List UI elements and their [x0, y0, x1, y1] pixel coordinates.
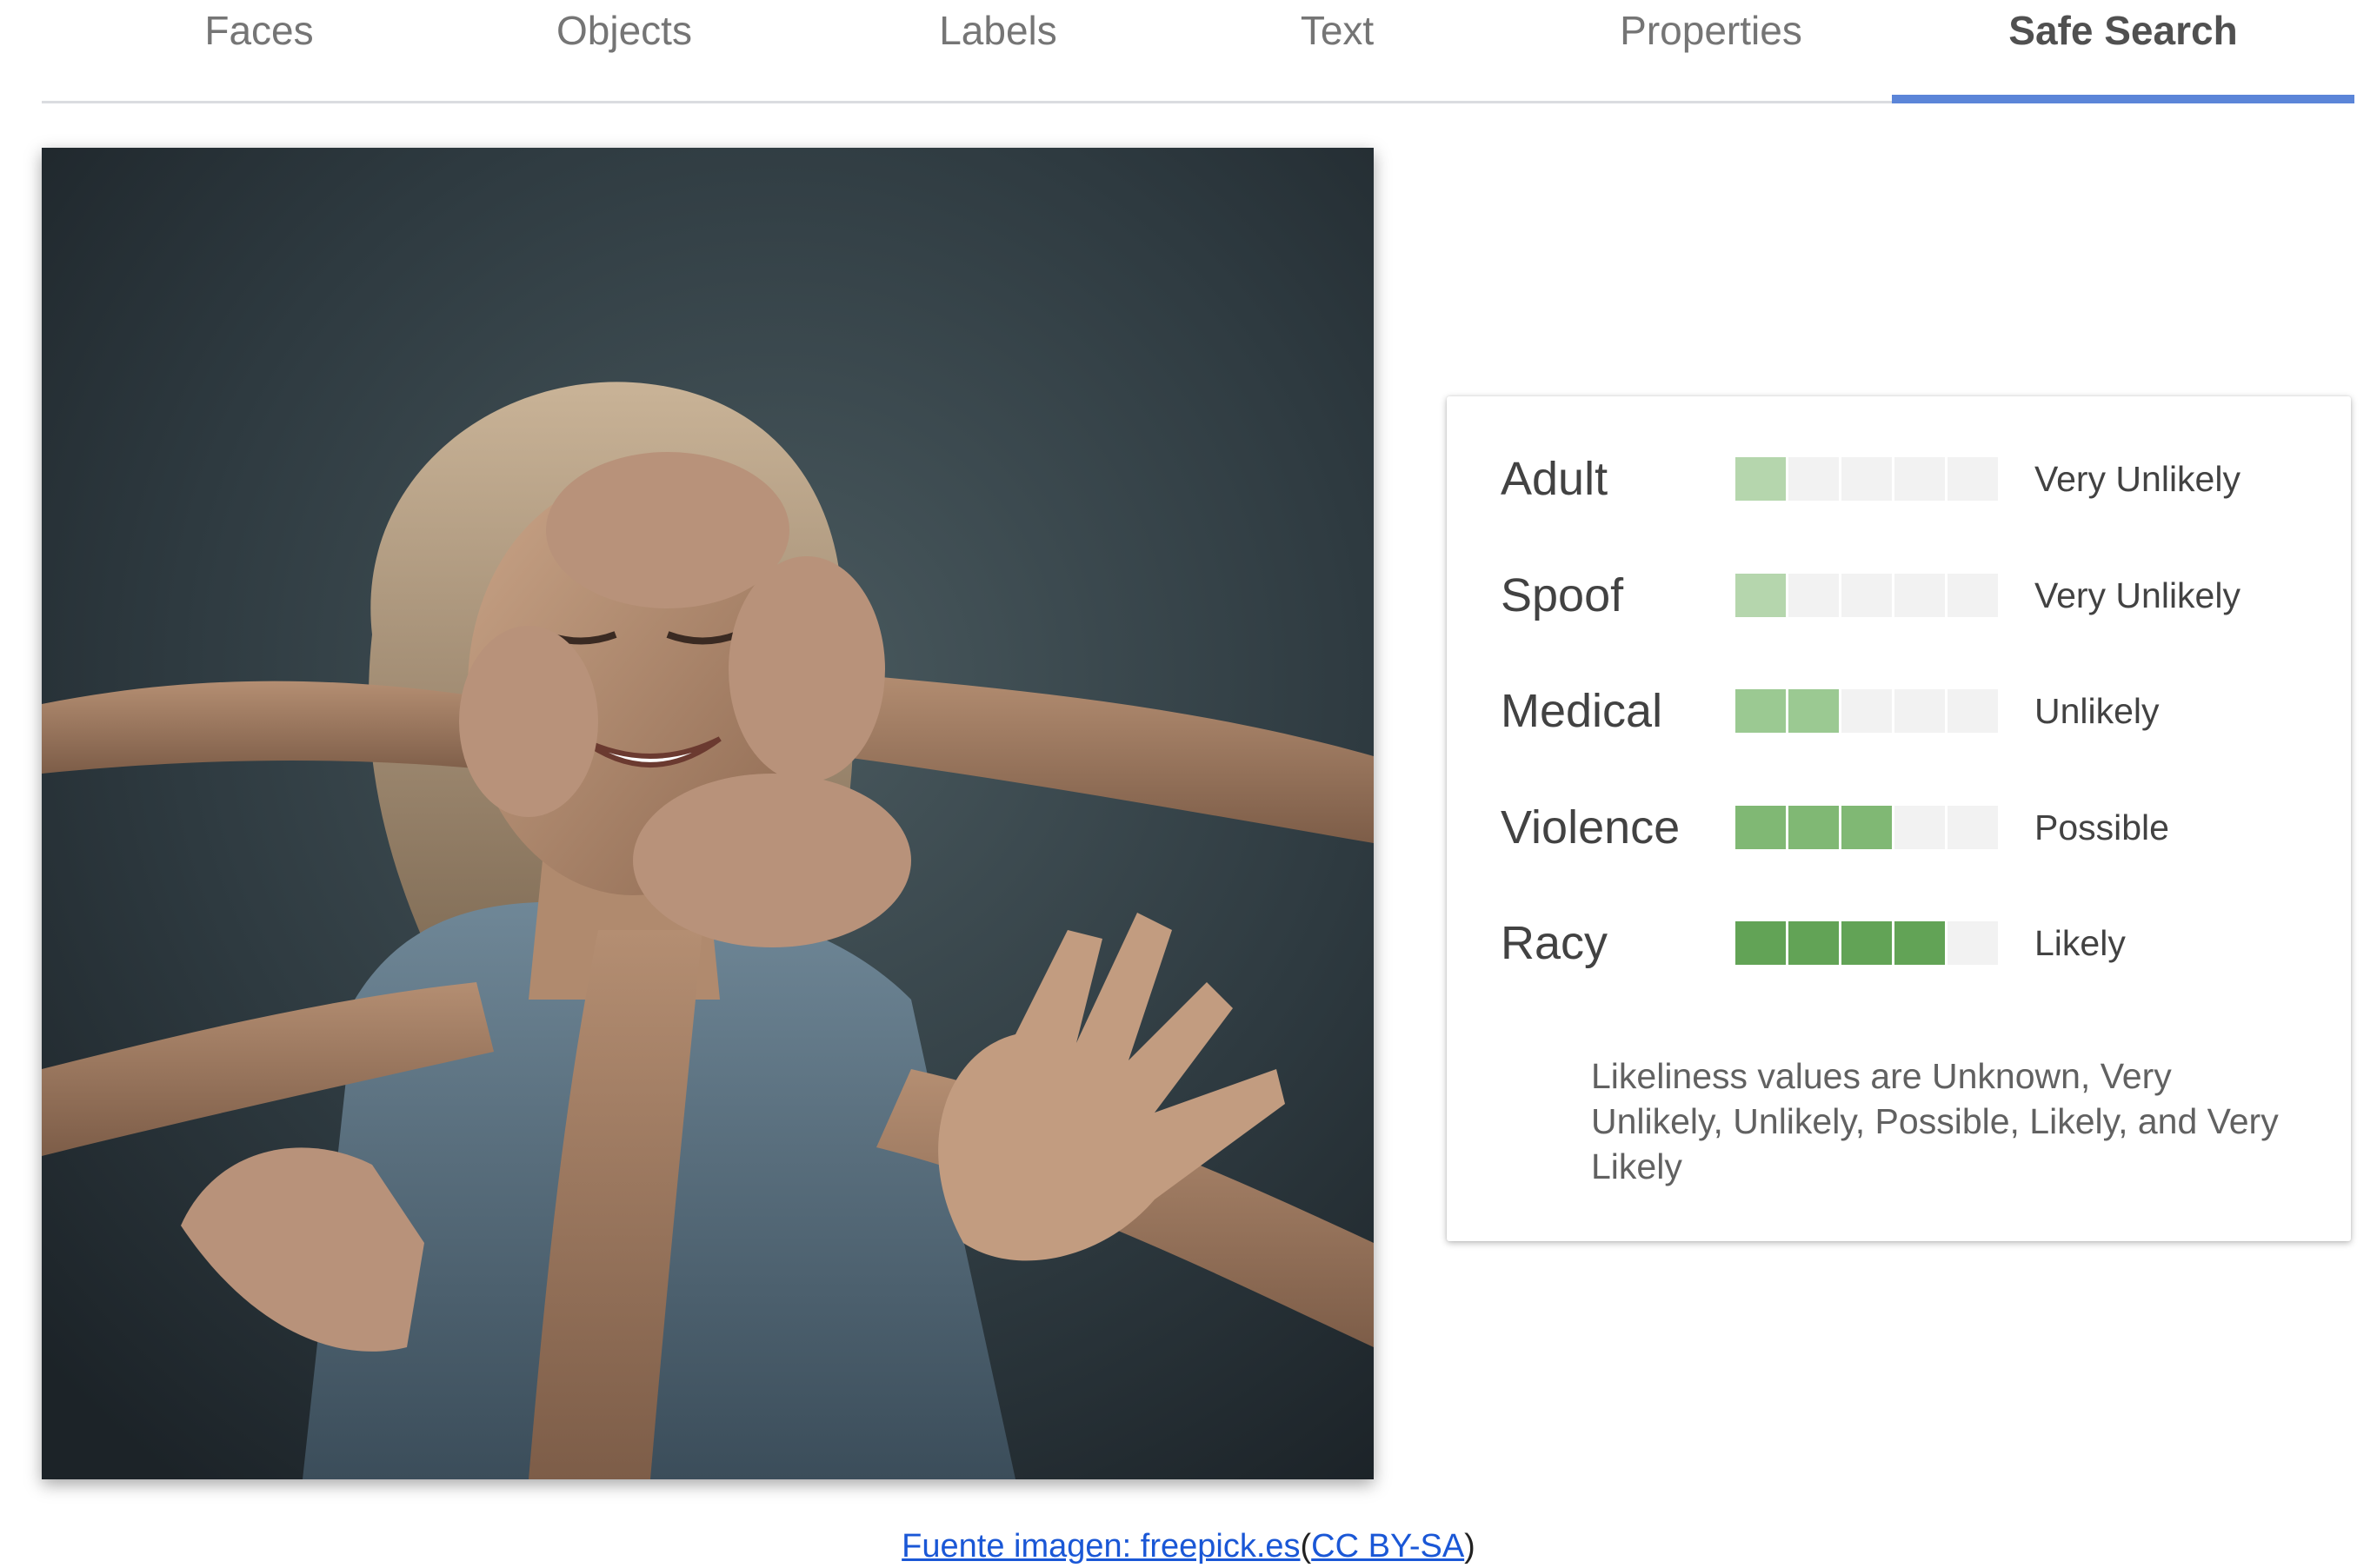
meter-segment	[1841, 805, 1892, 849]
meter-segment	[1735, 457, 1786, 501]
meter-segment	[1788, 805, 1839, 849]
meter-segment	[1894, 805, 1945, 849]
source-link[interactable]: Fuente imagen: freepick.es	[902, 1528, 1300, 1565]
meter-segment	[1894, 457, 1945, 501]
likeliness-note: Likeliness values are Unknown, Very Unli…	[1591, 1056, 2279, 1186]
results-tabs: Faces Objects Labels Text Properties Saf…	[42, 0, 2354, 103]
meter-segment	[1841, 921, 1892, 965]
image-credit: Fuente imagen: freepick.es(CC BY-SA)	[0, 1528, 2377, 1565]
likelihood-meter	[1735, 921, 1998, 965]
safe-search-row-adult: Adult Very Unlikely	[1447, 440, 2351, 518]
likelihood-value: Likely	[2034, 923, 2126, 963]
category-label: Racy	[1501, 917, 1608, 969]
tab-objects[interactable]: Objects	[485, 0, 763, 101]
tab-faces[interactable]: Faces	[120, 0, 398, 101]
category-label: Adult	[1501, 453, 1608, 505]
likelihood-value: Very Unlikely	[2034, 575, 2241, 615]
meter-segment	[1948, 805, 1998, 849]
meter-segment	[1735, 921, 1786, 965]
tab-properties[interactable]: Properties	[1555, 0, 1868, 101]
paren-open: (	[1300, 1528, 1312, 1565]
meter-segment	[1788, 689, 1839, 733]
portrait-illustration	[42, 148, 1374, 1479]
tab-safe-search[interactable]: Safe Search	[1892, 0, 2354, 103]
safe-search-row-violence: Violence Possible	[1447, 788, 2351, 867]
meter-segment	[1948, 457, 1998, 501]
analyzed-image	[42, 148, 1374, 1479]
vision-results-page: Faces Objects Labels Text Properties Saf…	[0, 0, 2377, 1568]
likelihood-meter	[1735, 805, 1998, 849]
meter-segment	[1948, 573, 1998, 617]
meter-segment	[1735, 573, 1786, 617]
likelihood-meter	[1735, 689, 1998, 733]
likelihood-meter	[1735, 457, 1998, 501]
meter-segment	[1841, 689, 1892, 733]
category-label: Spoof	[1501, 568, 1624, 621]
meter-segment	[1948, 921, 1998, 965]
tab-text[interactable]: Text	[1198, 0, 1476, 101]
license-link[interactable]: CC BY-SA	[1311, 1528, 1464, 1565]
paren-close: )	[1464, 1528, 1475, 1565]
safe-search-row-medical: Medical Unlikely	[1447, 672, 2351, 750]
meter-segment	[1841, 457, 1892, 501]
tab-labels[interactable]: Labels	[859, 0, 1137, 101]
meter-segment	[1735, 805, 1786, 849]
category-label: Violence	[1501, 801, 1681, 854]
likelihood-value: Possible	[2034, 807, 2169, 847]
meter-segment	[1894, 573, 1945, 617]
meter-segment	[1894, 921, 1945, 965]
meter-segment	[1841, 573, 1892, 617]
meter-segment	[1788, 457, 1839, 501]
category-label: Medical	[1501, 685, 1663, 737]
likelihood-meter	[1735, 573, 1998, 617]
meter-segment	[1948, 689, 1998, 733]
safe-search-row-racy: Racy Likely	[1447, 904, 2351, 982]
safe-search-row-spoof: Spoof Very Unlikely	[1447, 556, 2351, 635]
meter-segment	[1788, 921, 1839, 965]
meter-segment	[1788, 573, 1839, 617]
safe-search-card: Adult Very Unlikely Spoof Very Unlikely Medi…	[1447, 396, 2351, 1241]
likelihood-value: Unlikely	[2034, 691, 2160, 731]
meter-segment	[1894, 689, 1945, 733]
meter-segment	[1735, 689, 1786, 733]
likelihood-value: Very Unlikely	[2034, 459, 2241, 499]
